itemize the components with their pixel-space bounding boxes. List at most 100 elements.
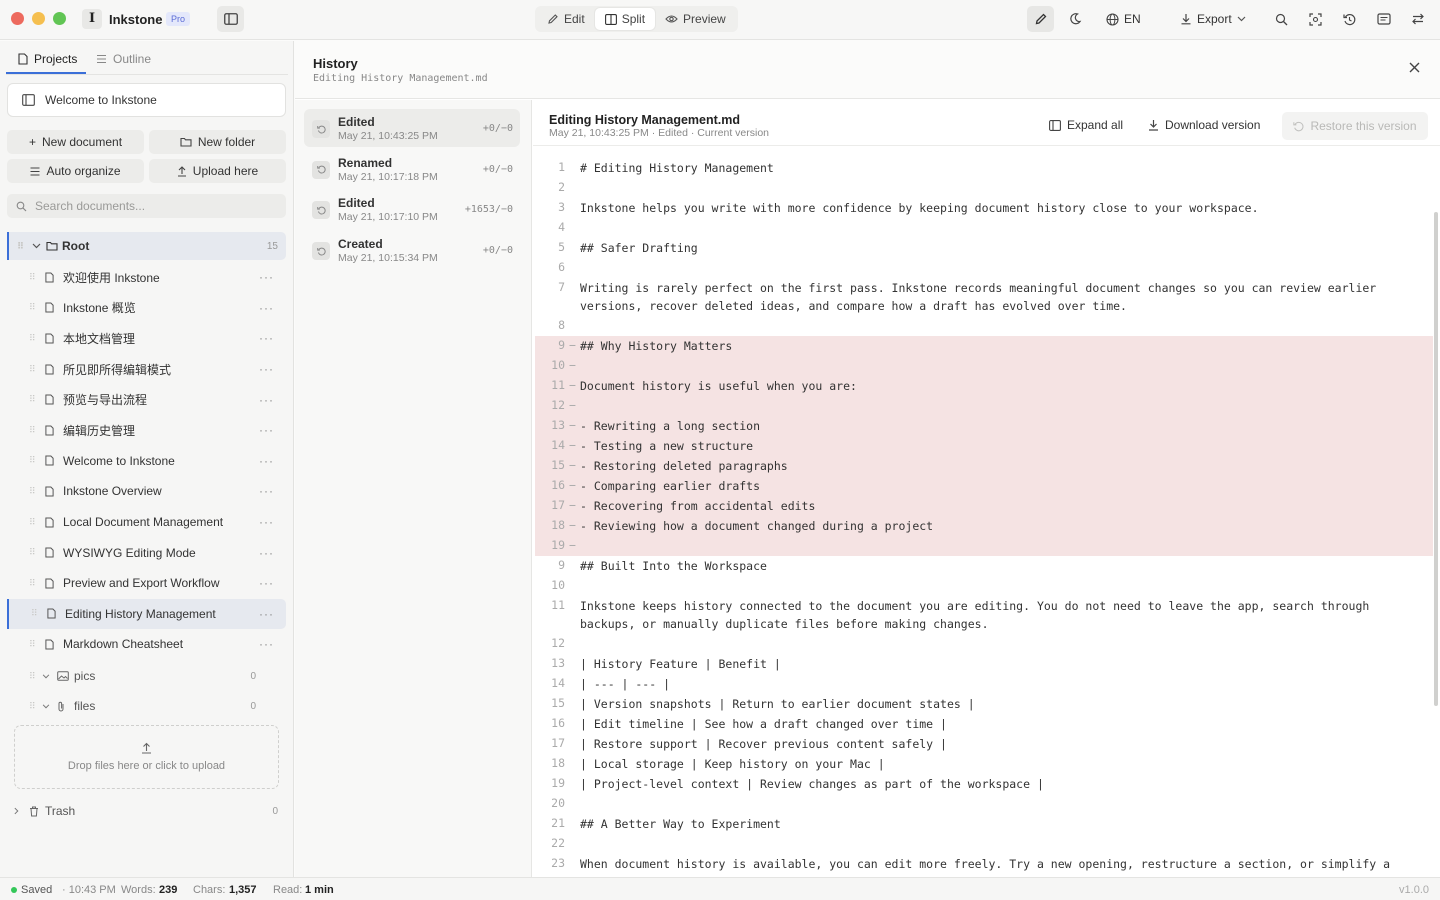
more-options-icon[interactable]: ···: [259, 546, 274, 560]
tree-document-item[interactable]: ⠿ 预览与导出流程 ···: [7, 384, 286, 415]
pen-tool-button[interactable]: [1027, 6, 1054, 32]
more-options-icon[interactable]: ···: [259, 301, 274, 315]
more-options-icon[interactable]: ···: [259, 393, 274, 407]
version-item[interactable]: Edited May 21, 10:43:25 PM +0/−0: [304, 109, 520, 147]
more-options-icon[interactable]: ···: [259, 607, 274, 621]
tree-document-item[interactable]: ⠿ 编辑历史管理 ···: [7, 415, 286, 446]
chevron-down-icon[interactable]: [42, 673, 50, 679]
diff-marker: −: [569, 398, 576, 412]
drag-handle-icon[interactable]: ⠿: [29, 455, 36, 466]
export-button[interactable]: Export: [1172, 6, 1254, 32]
auto-organize-button[interactable]: Auto organize: [7, 159, 144, 183]
tree-document-item[interactable]: ⠿ 欢迎使用 Inkstone ···: [7, 262, 286, 293]
focus-mode-button[interactable]: [1302, 6, 1329, 32]
drag-handle-icon[interactable]: ⠿: [29, 486, 36, 497]
more-options-icon[interactable]: ···: [259, 423, 274, 437]
new-folder-button[interactable]: New folder: [149, 130, 286, 154]
document-icon: [45, 394, 54, 405]
mode-edit-button[interactable]: Edit: [537, 6, 595, 32]
tree-root-folder[interactable]: ⠿ Root 15: [7, 232, 286, 260]
more-options-icon[interactable]: ···: [259, 331, 274, 345]
drag-handle-icon[interactable]: ⠿: [29, 671, 36, 682]
removed-code-line: 9− ## Why History Matters: [535, 336, 1433, 356]
upload-dropzone[interactable]: Drop files here or click to upload: [14, 725, 279, 789]
document-icon: [45, 302, 54, 313]
drag-handle-icon[interactable]: ⠿: [29, 364, 36, 375]
trash-count: 0: [272, 805, 278, 817]
drag-handle-icon[interactable]: ⠿: [29, 333, 36, 344]
chevron-down-icon[interactable]: [32, 243, 41, 249]
drag-handle-icon[interactable]: ⠿: [29, 272, 36, 283]
more-options-icon[interactable]: ···: [259, 454, 274, 468]
history-button[interactable]: [1336, 6, 1363, 32]
drag-handle-icon[interactable]: ⠿: [31, 608, 38, 619]
more-options-icon[interactable]: ···: [259, 270, 274, 284]
tab-projects[interactable]: Projects: [18, 52, 77, 66]
comments-panel-button[interactable]: [1370, 6, 1397, 32]
tree-document-item[interactable]: ⠿ Preview and Export Workflow ···: [7, 568, 286, 599]
trash-folder[interactable]: Trash 0: [7, 797, 286, 825]
close-history-button[interactable]: [1409, 62, 1420, 73]
more-options-icon[interactable]: ···: [259, 576, 274, 590]
tree-document-item[interactable]: ⠿ Editing History Management ···: [7, 598, 286, 630]
more-options-icon[interactable]: ···: [259, 637, 274, 651]
theme-toggle-button[interactable]: [1061, 6, 1088, 32]
upload-here-button[interactable]: Upload here: [149, 159, 286, 183]
mode-split-button[interactable]: Split: [594, 8, 656, 30]
drag-handle-icon[interactable]: ⠿: [29, 701, 36, 712]
version-item[interactable]: Created May 21, 10:15:34 PM +0/−0: [304, 231, 520, 269]
code-line: 20: [535, 794, 1433, 814]
tree-document-item[interactable]: ⠿ Markdown Cheatsheet ···: [7, 629, 286, 660]
restore-version-button[interactable]: Restore this version: [1282, 112, 1428, 140]
tab-outline[interactable]: Outline: [96, 52, 151, 66]
tree-document-item[interactable]: ⠿ Inkstone Overview ···: [7, 476, 286, 507]
minimize-window-button[interactable]: [32, 12, 45, 25]
drag-handle-icon[interactable]: ⠿: [29, 425, 36, 436]
chevron-down-icon[interactable]: [42, 703, 50, 709]
welcome-card[interactable]: Welcome to Inkstone: [7, 83, 286, 117]
tree-document-item[interactable]: ⠿ 本地文档管理 ···: [7, 323, 286, 354]
version-title: Edited: [338, 196, 375, 211]
download-version-button[interactable]: Download version: [1148, 112, 1260, 138]
search-button[interactable]: [1268, 6, 1295, 32]
drag-handle-icon[interactable]: ⠿: [29, 639, 36, 650]
chevron-right-icon[interactable]: [14, 807, 19, 815]
diff-scrollbar[interactable]: [1434, 212, 1438, 706]
line-number: 6: [558, 260, 565, 274]
tree-document-item[interactable]: ⠿ 所见即所得编辑模式 ···: [7, 354, 286, 385]
trash-label: Trash: [45, 804, 76, 818]
more-options-icon[interactable]: ···: [259, 362, 274, 376]
tree-document-item[interactable]: ⠿ WYSIWYG Editing Mode ···: [7, 537, 286, 568]
tree-document-item[interactable]: ⠿ Local Document Management ···: [7, 507, 286, 538]
tree-item-label: 预览与导出流程: [63, 393, 148, 408]
new-document-button[interactable]: + New document: [7, 130, 144, 154]
sidebar-toggle-button[interactable]: [217, 6, 244, 32]
version-item[interactable]: Renamed May 21, 10:17:18 PM +0/−0: [304, 150, 520, 188]
drag-handle-icon[interactable]: ⠿: [29, 547, 36, 558]
more-options-icon[interactable]: ···: [259, 484, 274, 498]
close-window-button[interactable]: [11, 12, 24, 25]
drag-handle-icon[interactable]: ⠿: [29, 578, 36, 589]
folder-pics[interactable]: ⠿ pics 0: [7, 662, 286, 690]
drag-handle-icon[interactable]: ⠿: [17, 241, 24, 252]
compare-button[interactable]: [1404, 6, 1431, 32]
version-item[interactable]: Edited May 21, 10:17:10 PM +1653/−0: [304, 190, 520, 228]
saved-indicator-icon: [11, 887, 17, 893]
drag-handle-icon[interactable]: ⠿: [29, 302, 36, 313]
tree-document-item[interactable]: ⠿ Welcome to Inkstone ···: [7, 446, 286, 477]
zoom-window-button[interactable]: [53, 12, 66, 25]
diff-marker: −: [569, 518, 576, 532]
folder-files[interactable]: ⠿ files 0: [7, 692, 286, 720]
expand-all-button[interactable]: Expand all: [1049, 112, 1123, 138]
drag-handle-icon[interactable]: ⠿: [29, 394, 36, 405]
history-icon: [1343, 13, 1356, 25]
line-number: 10: [551, 578, 565, 592]
code-line: 15 | Version snapshots | Return to earlie…: [535, 694, 1433, 714]
more-options-icon[interactable]: ···: [259, 515, 274, 529]
mode-preview-button[interactable]: Preview: [655, 6, 736, 32]
search-input[interactable]: [35, 199, 275, 213]
language-button[interactable]: EN: [1100, 6, 1147, 32]
tree-document-item[interactable]: ⠿ Inkstone 概览 ···: [7, 293, 286, 324]
line-number: 23: [551, 856, 565, 870]
drag-handle-icon[interactable]: ⠿: [29, 517, 36, 528]
